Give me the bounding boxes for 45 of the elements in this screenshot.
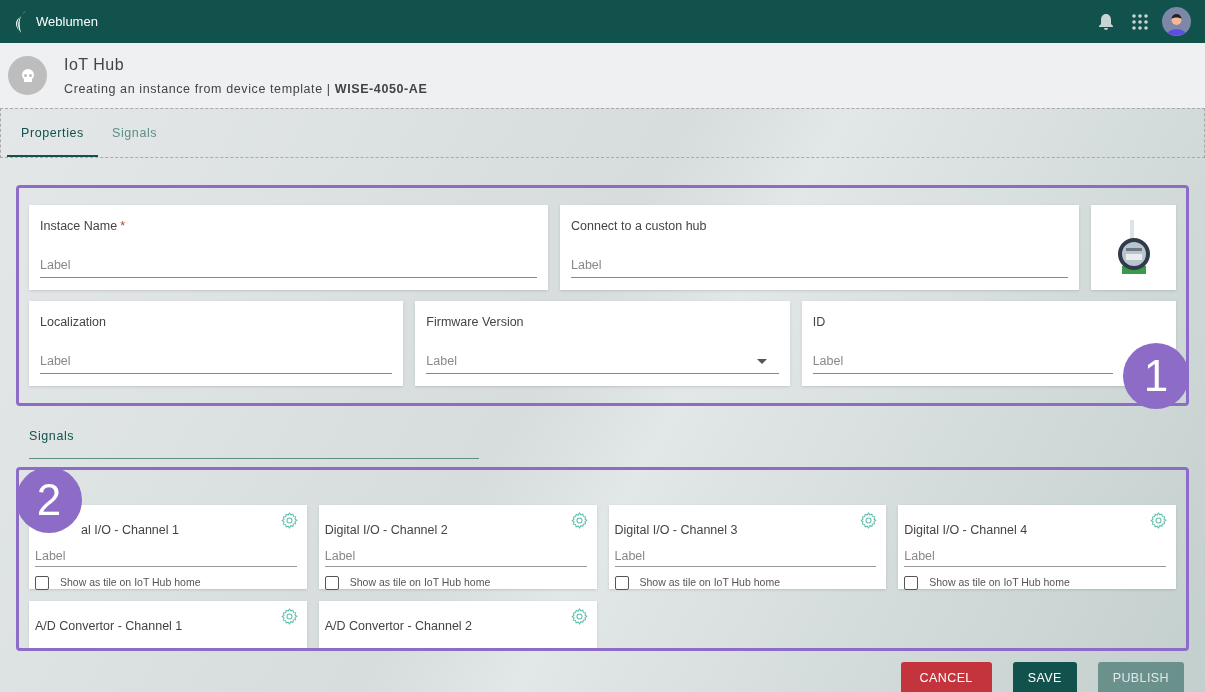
action-button[interactable]: SAVE: [1012, 662, 1077, 692]
page-subtitle: Creating an instance from device template | WISE-4050-AE: [64, 80, 428, 98]
input-field[interactable]: Label: [40, 253, 537, 278]
signal-title: al I/O - Channel 1: [81, 523, 179, 537]
input-field[interactable]: Label: [571, 253, 1068, 278]
checkbox[interactable]: [614, 575, 629, 590]
step-badge: 2: [16, 467, 82, 533]
caret-icon[interactable]: [756, 358, 767, 364]
brand-name: Weblumen: [36, 12, 98, 31]
field-label: Firmware Version: [426, 314, 524, 331]
skull-avatar-icon: [8, 56, 47, 95]
signal-title: Digital I/O - Channel 2: [324, 523, 448, 537]
signal-title: Digital I/O - Channel 3: [614, 523, 738, 537]
signal-title: Digital I/O - Channel 4: [904, 523, 1028, 537]
checkbox-label: Show as tile on IoT Hub home: [60, 575, 201, 590]
page-title: IoT Hub: [64, 54, 126, 75]
input-field[interactable]: Label: [904, 547, 1166, 567]
checkbox[interactable]: [904, 575, 919, 590]
avatar-icon[interactable]: [1162, 7, 1191, 36]
checkbox[interactable]: [35, 575, 49, 590]
input-field[interactable]: Label: [812, 349, 1113, 374]
logo-icon: [14, 10, 28, 33]
apps-grid-icon[interactable]: [1132, 13, 1148, 30]
signal-title: A/D Convertor - Channel 1: [35, 619, 183, 633]
input-field[interactable]: Label: [614, 547, 877, 567]
required-mark: *: [120, 218, 125, 235]
notification-bell-icon[interactable]: [1099, 13, 1113, 30]
select-field[interactable]: Label: [426, 349, 779, 374]
action-button[interactable]: CANCEL: [900, 662, 992, 692]
input-field[interactable]: Label: [40, 349, 393, 374]
step-badge: 1: [1123, 343, 1189, 409]
signal-title: A/D Convertor - Channel 2: [324, 619, 473, 633]
checkbox-label: Show as tile on IoT Hub home: [639, 575, 780, 590]
field-label: ID: [812, 314, 826, 331]
checkbox-label: Show as tile on IoT Hub home: [929, 575, 1070, 590]
field-label: Instace Name: [40, 218, 118, 235]
checkbox[interactable]: [324, 575, 339, 590]
field-label: Connect to a custon hub: [571, 218, 707, 235]
section-heading: Signals: [29, 429, 75, 443]
tab[interactable]: Properties: [7, 124, 98, 157]
input-field[interactable]: Label: [35, 547, 297, 567]
field-label: Localization: [40, 314, 106, 331]
checkbox-label: Show as tile on IoT Hub home: [349, 575, 491, 590]
tab[interactable]: Signals: [98, 124, 172, 157]
input-field[interactable]: Label: [324, 547, 587, 567]
